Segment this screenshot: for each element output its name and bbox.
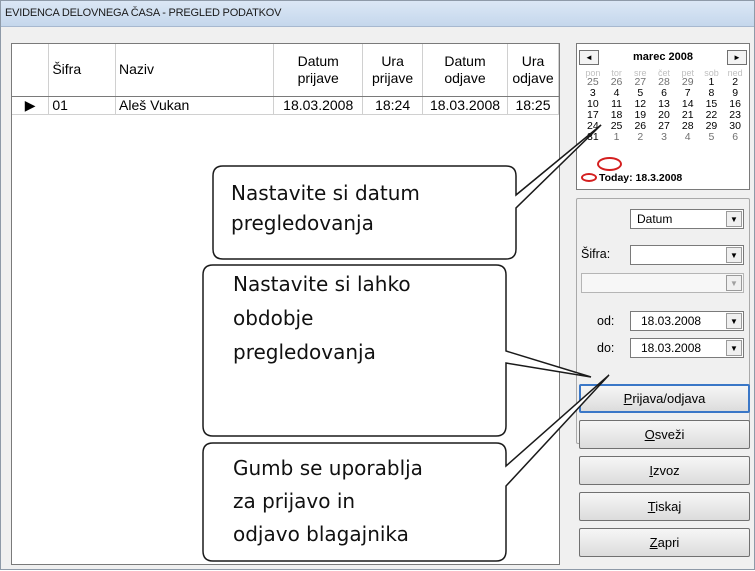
- callout-date-pointer: [515, 124, 602, 196]
- callout-date-line: pregledovanja: [231, 211, 374, 235]
- callout-period-line: Nastavite si lahko: [233, 272, 411, 296]
- callout-period-line: pregledovanja: [233, 340, 376, 364]
- callout-date: Nastavite si datum pregledovanja: [231, 178, 420, 238]
- callout-period-line: obdobje: [233, 306, 314, 330]
- callout-button-line: odjavo blagajnika: [233, 522, 409, 546]
- main-window: EVIDENCA DELOVNEGA ČASA - PREGLED PODATK…: [0, 0, 755, 570]
- callout-period: Nastavite si lahko obdobje pregledovanja: [233, 267, 411, 369]
- callout-button-line: Gumb se uporablja: [233, 456, 423, 480]
- callout-button-line: za prijavo in: [233, 489, 356, 513]
- callout-button: Gumb se uporablja za prijavo in odjavo b…: [233, 452, 423, 551]
- callout-date-line: Nastavite si datum: [231, 181, 420, 205]
